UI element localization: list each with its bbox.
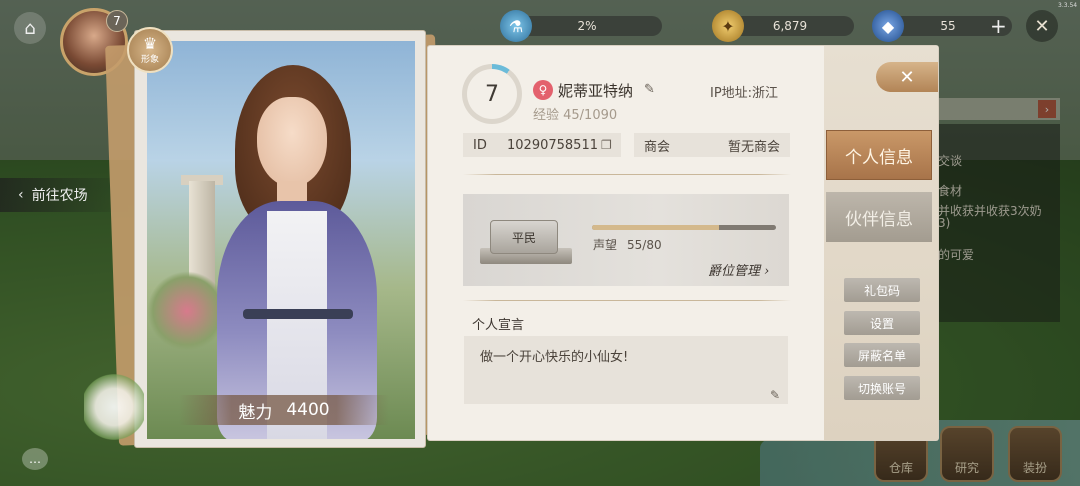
close-hud-icon[interactable]: ✕ [1026,10,1058,42]
female-icon: ♀ [533,80,553,100]
edit-name-icon[interactable]: ✎ [644,82,655,97]
lily-flower [84,372,144,442]
gift-code-button[interactable]: 礼包码 [844,278,920,302]
block-list-button[interactable]: 屏蔽名单 [844,343,920,367]
gem-icon: ◆ [872,10,904,42]
chat-icon[interactable]: … [22,448,48,470]
exp-text: 经验 45/1090 [533,108,618,123]
rank-manage-label: 爵位管理 [708,264,761,279]
prestige-bar-fill [592,225,719,230]
potion-icon: ⚗ [500,10,532,42]
settings-button[interactable]: 设置 [844,311,920,335]
character-face [257,97,327,187]
add-gems-button[interactable]: + [990,14,1007,38]
ip-location: IP地址:浙江 [710,86,779,101]
edit-declaration-icon[interactable]: ✎ [770,388,780,402]
id-field: ID 10290758511 ❐ [463,133,621,157]
declaration-title: 个人宣言 [472,318,525,333]
rank-title: 平民 [490,220,558,254]
guild-value: 暂无商会 [727,139,780,155]
level-ring: 7 [462,64,522,124]
tab-partner-info[interactable]: 伙伴信息 [826,192,932,242]
prestige-bar [592,225,776,230]
charm-label: 魅力 [238,402,273,423]
version-label: 3.3.54 [1058,2,1078,9]
declaration-box[interactable]: 做一个开心快乐的小仙女! [464,336,788,404]
appearance-button[interactable]: ♛ 形象 [127,27,173,73]
gold-bar: 6,879 [726,16,854,36]
id-label: ID [473,137,487,153]
player-name: 妮蒂亚特纳 [558,82,634,100]
exp-percent: 2% [577,19,597,33]
rank-manage-button[interactable]: 爵位管理 › [708,260,769,279]
charm-value: 4400 [286,400,330,420]
profile-level: 7 [467,69,517,119]
guild-field: 商会 暂无商会 [634,133,790,157]
rank-emblem: 平民 [480,212,572,268]
divider [463,174,791,175]
close-icon: ✕ [899,66,915,88]
coin-icon: ✦ [712,10,744,42]
portrait-card: 魅力 4400 ♛ 形象 [127,27,426,448]
flowers [147,271,227,351]
goto-farm-label: 前往农场 [31,188,88,204]
copy-icon[interactable]: ❐ [601,138,621,152]
prestige-info: 声望 55/80 [593,236,662,253]
id-value: 10290758511 [507,137,598,153]
character-portrait [147,41,415,439]
chevron-right-icon: › [764,264,770,279]
guild-label: 商会 [644,139,671,155]
character-belt [243,309,353,319]
home-icon[interactable]: ⌂ [14,12,46,44]
charm-display: 魅力 4400 [179,395,389,425]
prestige-label: 声望 [593,238,618,252]
tab-personal-info[interactable]: 个人信息 [826,130,932,180]
close-panel-button[interactable]: ✕ [876,62,938,92]
appearance-label: 形象 [140,54,159,65]
exp-bar: 2% [512,16,662,36]
gem-amount: 55 [940,19,956,33]
gold-amount: 6,879 [772,19,808,33]
dress-icon: ♛ [142,33,158,53]
divider [463,300,791,301]
player-level-badge: 7 [106,10,128,32]
chevron-left-icon: ‹ [18,187,24,203]
switch-account-button[interactable]: 切换账号 [844,376,920,400]
prestige-value: 55/80 [627,238,662,252]
declaration-text: 做一个开心快乐的小仙女! [480,350,629,365]
